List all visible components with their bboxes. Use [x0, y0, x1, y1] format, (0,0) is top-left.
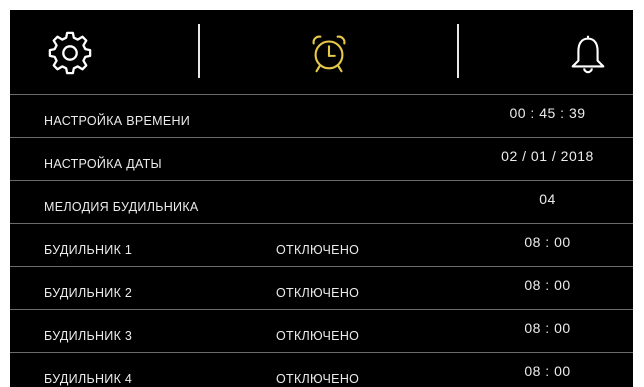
tab-divider [457, 24, 459, 78]
alarm-time[interactable]: 08 : 00 [480, 234, 615, 250]
time-setting-label: НАСТРОЙКА ВРЕМЕНИ [44, 114, 191, 128]
alarm-status[interactable]: ОТКЛЮЧЕНО [276, 372, 359, 386]
alarm-status[interactable]: ОТКЛЮЧЕНО [276, 286, 359, 300]
alarm-clock-icon[interactable] [306, 30, 352, 76]
time-setting-row[interactable]: НАСТРОЙКА ВРЕМЕНИ 00 : 45 : 39 [10, 94, 633, 137]
alarm-status[interactable]: ОТКЛЮЧЕНО [276, 329, 359, 343]
melody-value[interactable]: 04 [480, 191, 615, 207]
alarm-label: БУДИЛЬНИК 3 [44, 329, 133, 343]
date-setting-row[interactable]: НАСТРОЙКА ДАТЫ 02 / 01 / 2018 [10, 137, 633, 180]
tab-divider [198, 24, 200, 78]
gear-icon[interactable] [47, 30, 93, 76]
settings-list: НАСТРОЙКА ВРЕМЕНИ 00 : 45 : 39 НАСТРОЙКА… [10, 94, 633, 387]
melody-setting-label: МЕЛОДИЯ БУДИЛЬНИКА [44, 200, 199, 214]
alarm-status[interactable]: ОТКЛЮЧЕНО [276, 243, 359, 257]
bell-icon[interactable] [565, 30, 611, 76]
alarm-label: БУДИЛЬНИК 2 [44, 286, 133, 300]
time-value[interactable]: 00 : 45 : 39 [480, 105, 615, 121]
alarm-time[interactable]: 08 : 00 [480, 363, 615, 379]
date-value[interactable]: 02 / 01 / 2018 [480, 148, 615, 164]
tab-bar [10, 10, 633, 94]
alarm-time[interactable]: 08 : 00 [480, 320, 615, 336]
alarm-label: БУДИЛЬНИК 1 [44, 243, 133, 257]
alarm-settings-screen: НАСТРОЙКА ВРЕМЕНИ 00 : 45 : 39 НАСТРОЙКА… [10, 10, 633, 387]
alarm-row-3[interactable]: БУДИЛЬНИК 3 ОТКЛЮЧЕНО 08 : 00 [10, 309, 633, 352]
alarm-label: БУДИЛЬНИК 4 [44, 372, 133, 386]
alarm-row-4[interactable]: БУДИЛЬНИК 4 ОТКЛЮЧЕНО 08 : 00 [10, 352, 633, 387]
alarm-row-2[interactable]: БУДИЛЬНИК 2 ОТКЛЮЧЕНО 08 : 00 [10, 266, 633, 309]
date-setting-label: НАСТРОЙКА ДАТЫ [44, 157, 162, 171]
melody-setting-row[interactable]: МЕЛОДИЯ БУДИЛЬНИКА 04 [10, 180, 633, 223]
alarm-row-1[interactable]: БУДИЛЬНИК 1 ОТКЛЮЧЕНО 08 : 00 [10, 223, 633, 266]
alarm-time[interactable]: 08 : 00 [480, 277, 615, 293]
